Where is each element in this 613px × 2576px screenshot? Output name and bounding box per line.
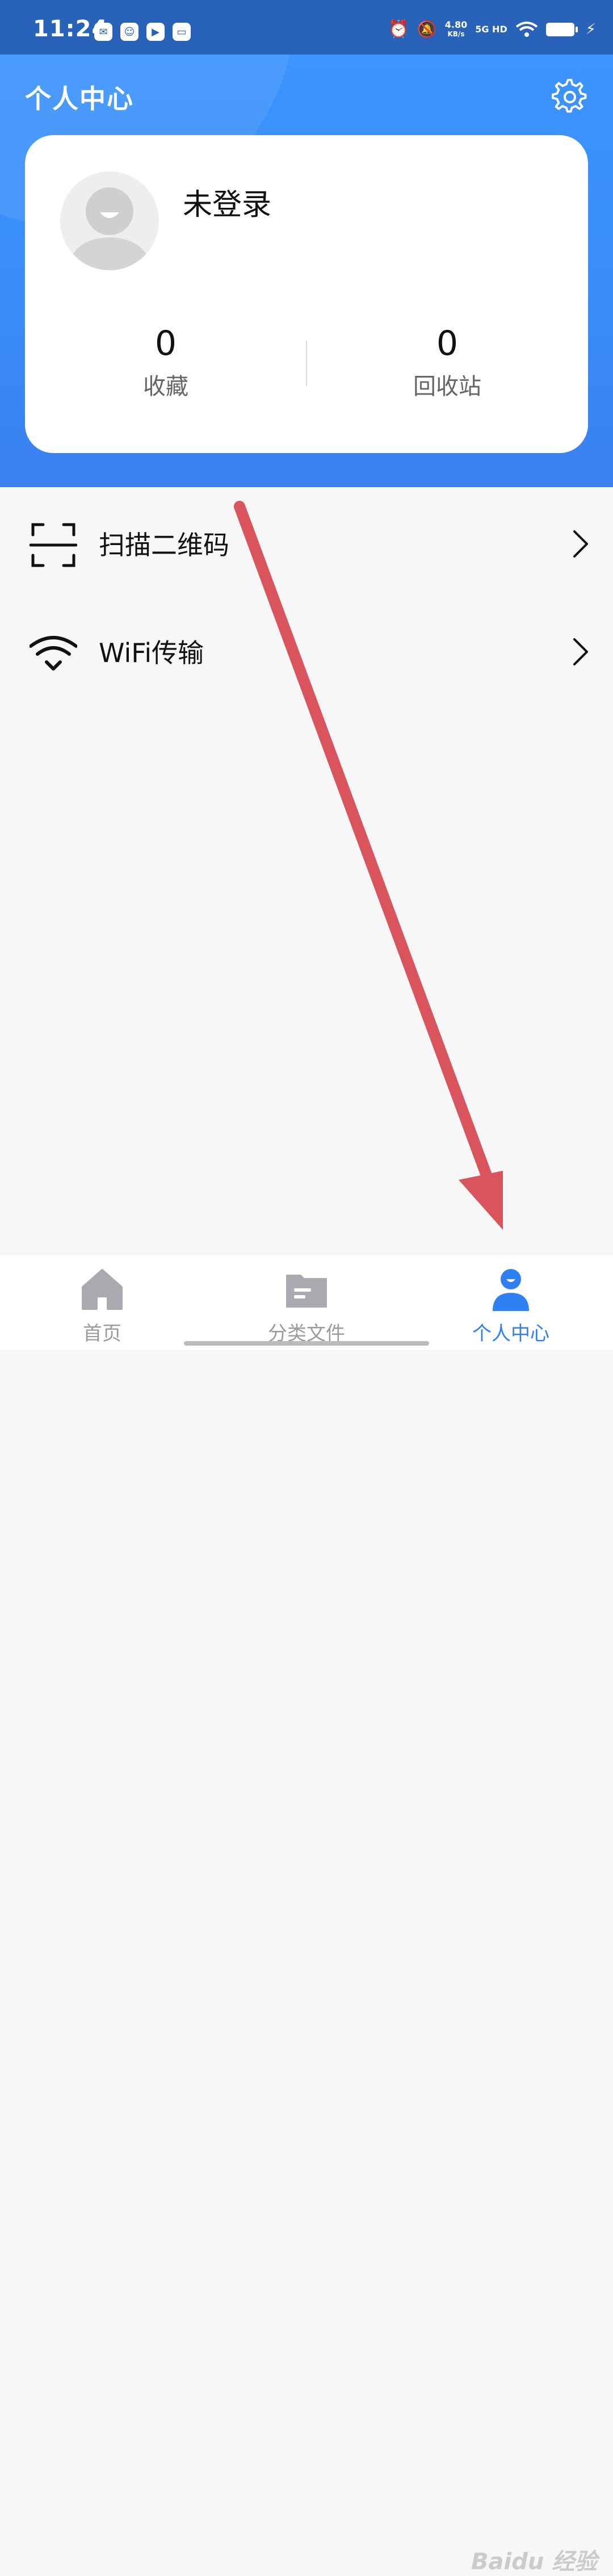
folder-icon bbox=[286, 1275, 327, 1308]
person-icon bbox=[493, 1269, 529, 1311]
chevron-right-icon bbox=[573, 638, 588, 665]
battery-icon bbox=[545, 22, 578, 36]
alarm-icon: ⏰ bbox=[388, 19, 409, 39]
recycle-bin-stat[interactable]: 0 回收站 bbox=[351, 324, 544, 401]
login-status[interactable]: 未登录 bbox=[183, 181, 271, 223]
home-icon bbox=[82, 1269, 123, 1310]
avatar[interactable] bbox=[60, 171, 159, 270]
charging-icon: ⚡ bbox=[585, 20, 596, 38]
menu-item-scan-qr[interactable]: 扫描二维码 bbox=[0, 487, 613, 595]
play-icon: ▶ bbox=[146, 23, 165, 41]
favorites-label: 收藏 bbox=[143, 374, 188, 400]
mute-icon: 🔕 bbox=[417, 20, 437, 39]
net-speed: 4.80 KB/s bbox=[444, 19, 468, 38]
gear-icon bbox=[551, 78, 587, 113]
wifi-icon bbox=[30, 636, 77, 671]
menu-item-wifi-transfer[interactable]: WiFi传输 bbox=[0, 595, 613, 703]
status-app-icons: ✉ ☺ ▶ ▭ bbox=[94, 23, 191, 41]
menu-list: 扫描二维码 WiFi传输 bbox=[0, 487, 613, 703]
tab-profile[interactable]: 个人中心 bbox=[426, 1267, 596, 1346]
scan-qr-icon bbox=[30, 523, 77, 567]
tab-categories[interactable]: 分类文件 bbox=[221, 1267, 392, 1346]
profile-card: 未登录 0 收藏 0 回收站 bbox=[25, 135, 588, 453]
status-bar: 11:24 ✉ ☺ ▶ ▭ ⏰ 🔕 4.80 KB/s 5G HD ⚡ bbox=[0, 0, 613, 55]
watermark: Baidu 经验 bbox=[471, 2549, 598, 2575]
wifi-status-icon bbox=[515, 21, 538, 37]
wechat-icon: ✉ bbox=[94, 23, 112, 41]
mail-icon: ▭ bbox=[173, 23, 191, 41]
qq-icon: ☺ bbox=[120, 23, 138, 41]
default-avatar-icon bbox=[71, 187, 148, 270]
menu-label-wifi-transfer: WiFi传输 bbox=[99, 638, 204, 668]
tab-label-profile: 个人中心 bbox=[472, 1322, 549, 1345]
status-indicators: ⏰ 🔕 4.80 KB/s 5G HD ⚡ bbox=[388, 19, 597, 39]
tab-label-home: 首页 bbox=[83, 1322, 121, 1345]
tab-home[interactable]: 首页 bbox=[17, 1267, 187, 1346]
menu-label-scan-qr: 扫描二维码 bbox=[99, 530, 229, 560]
network-type: 5G HD bbox=[475, 23, 507, 35]
bottom-tab-bar: 首页 分类文件 个人中心 Baidu 经验 bbox=[0, 1254, 613, 2575]
recycle-bin-count: 0 bbox=[436, 324, 459, 363]
home-indicator[interactable] bbox=[184, 1341, 429, 1346]
favorites-stat[interactable]: 0 收藏 bbox=[69, 324, 262, 401]
stat-divider bbox=[306, 341, 307, 386]
favorites-count: 0 bbox=[154, 324, 177, 363]
chevron-right-icon bbox=[573, 530, 588, 558]
recycle-bin-label: 回收站 bbox=[413, 374, 481, 400]
settings-button[interactable] bbox=[551, 78, 588, 115]
page-title: 个人中心 bbox=[25, 83, 134, 114]
